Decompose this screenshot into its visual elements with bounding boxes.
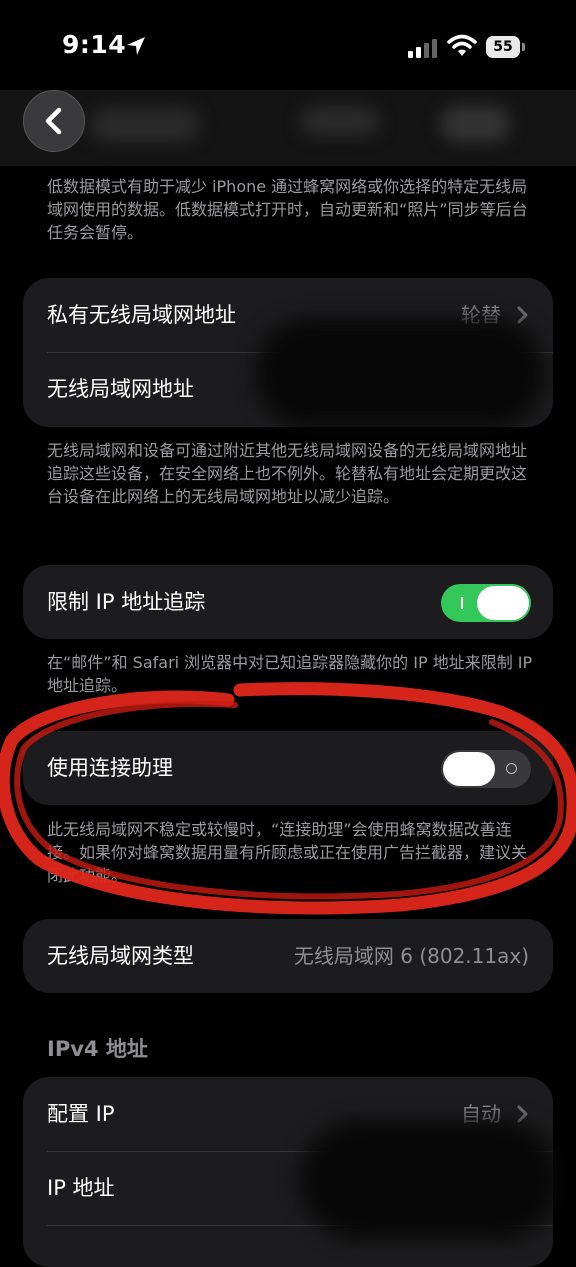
redacted-region <box>255 318 545 428</box>
blurred-title-2 <box>300 106 380 136</box>
toggle-knob <box>477 586 529 620</box>
row-label: 无线局域网类型 <box>47 944 194 968</box>
row-label: 私有无线局域网地址 <box>47 303 236 327</box>
limit-ip-tracking-toggle[interactable] <box>441 584 531 622</box>
blurred-title <box>90 108 200 142</box>
connection-assistant-toggle[interactable] <box>441 750 531 788</box>
navigation-bar <box>0 90 576 166</box>
row-label: 配置 IP <box>47 1102 115 1126</box>
connection-assistant-group: 使用连接助理 <box>23 731 553 805</box>
ipv4-section-header: IPv4 地址 <box>47 1037 148 1061</box>
connection-assistant-footer: 此无线局域网不稳定或较慢时，“连接助理”会使用蜂窝数据改善连接。如果你对蜂窝数据… <box>47 820 528 885</box>
wifi-type-row: 无线局域网类型 无线局域网 6 (802.11ax) <box>23 919 553 993</box>
row-label: 无线局域网地址 <box>47 377 194 401</box>
row-value: 无线局域网 6 (802.11ax) <box>293 944 529 968</box>
toggle-on-mark <box>461 597 463 609</box>
row-label: 限制 IP 地址追踪 <box>47 590 206 614</box>
battery-icon: 55 <box>486 36 526 58</box>
chevron-right-icon <box>517 1105 528 1123</box>
low-data-footer: 低数据模式有助于减少 iPhone 通过蜂窝网络或你选择的特定无线局域网使用的数… <box>47 177 528 242</box>
toggle-off-mark <box>506 763 517 774</box>
chevron-left-icon <box>45 107 62 135</box>
row-label: IP 地址 <box>47 1176 115 1200</box>
status-time: 9:14 <box>62 30 127 59</box>
limit-ip-tracking-row: 限制 IP 地址追踪 <box>23 565 553 639</box>
toggle-knob <box>443 752 495 786</box>
blurred-switch <box>440 106 510 142</box>
status-bar: 9:14 55 <box>0 0 576 90</box>
cellular-signal-icon <box>408 38 438 62</box>
chevron-right-icon <box>517 306 528 324</box>
wifi-type-group: 无线局域网类型 无线局域网 6 (802.11ax) <box>23 919 553 993</box>
battery-level: 55 <box>486 36 520 58</box>
wifi-icon <box>447 34 477 62</box>
ip-tracking-group: 限制 IP 地址追踪 <box>23 565 553 639</box>
back-button[interactable] <box>23 90 85 152</box>
connection-assistant-row: 使用连接助理 <box>23 731 553 805</box>
redacted-region <box>300 1120 560 1240</box>
wifi-address-footer: 无线局域网和设备可通过附近其他无线局域网设备的无线局域网地址追踪这些设备，在安全… <box>47 441 528 506</box>
location-arrow-icon <box>125 35 147 61</box>
ip-tracking-footer: 在“邮件”和 Safari 浏览器中对已知追踪器隐藏你的 IP 地址来限制 IP… <box>47 653 533 695</box>
battery-tip <box>522 43 525 51</box>
row-label: 使用连接助理 <box>47 756 173 780</box>
